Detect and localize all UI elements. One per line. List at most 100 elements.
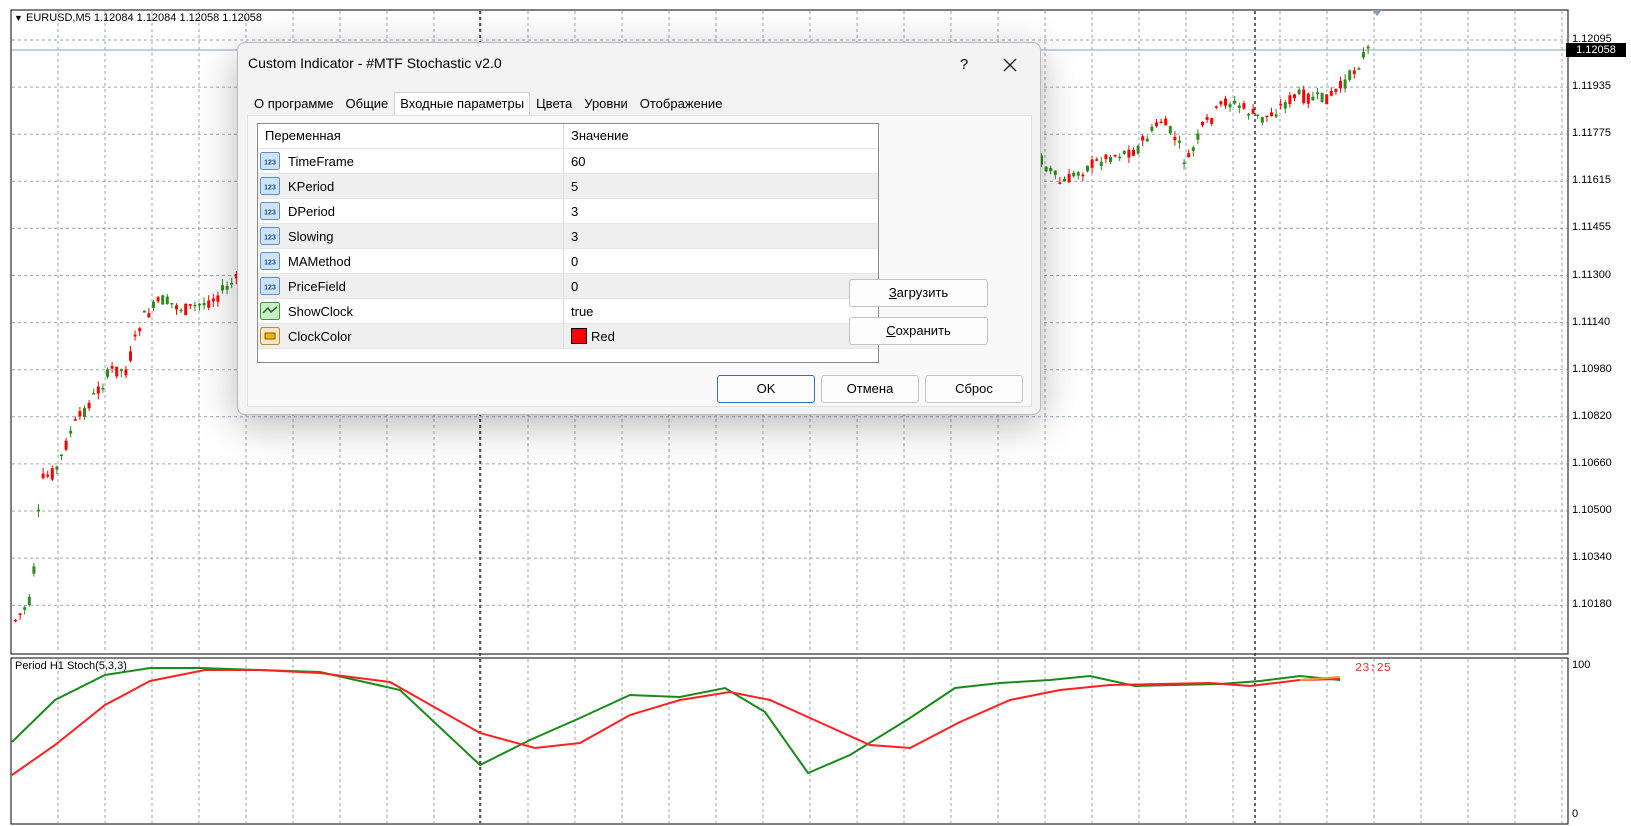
candle-body bbox=[1366, 46, 1370, 49]
param-value-cell[interactable]: 0 bbox=[564, 249, 878, 274]
table-row[interactable]: 123 Slowing 3 bbox=[258, 223, 878, 249]
param-name: ClockColor bbox=[288, 328, 352, 344]
candle-body bbox=[1086, 165, 1089, 172]
tab-about[interactable]: О программе bbox=[248, 92, 340, 116]
candle-body bbox=[46, 474, 50, 477]
candle-body bbox=[37, 509, 40, 512]
svg-text:123: 123 bbox=[264, 210, 276, 217]
price-tick: 1.11300 bbox=[1572, 268, 1611, 281]
save-button[interactable]: Сохранить bbox=[849, 317, 988, 345]
tab-bar: О программе Общие Входные параметры Цвет… bbox=[248, 92, 729, 116]
param-value-cell[interactable]: 3 bbox=[564, 199, 878, 224]
ok-button[interactable]: OK bbox=[717, 375, 815, 403]
candle-body bbox=[1283, 102, 1287, 109]
param-value-cell[interactable]: 3 bbox=[564, 224, 878, 249]
candle-body bbox=[1260, 116, 1264, 123]
close-button[interactable] bbox=[986, 51, 1034, 79]
candle-body bbox=[1210, 118, 1214, 124]
price-tick: 1.11615 bbox=[1572, 174, 1611, 187]
table-row[interactable]: 123 TimeFrame 60 bbox=[258, 148, 878, 174]
cancel-button[interactable]: Отмена bbox=[821, 375, 919, 403]
table-row[interactable]: ClockColor Red bbox=[258, 323, 878, 349]
param-value-cell[interactable]: 60 bbox=[564, 149, 878, 174]
candle-body bbox=[1205, 117, 1209, 120]
param-name-cell: 123 MAMethod bbox=[258, 248, 564, 274]
candle-body bbox=[1224, 98, 1227, 106]
tab-levels[interactable]: Уровни bbox=[578, 92, 633, 116]
number-icon: 123 bbox=[260, 227, 280, 245]
candle-body bbox=[1329, 90, 1333, 96]
table-row[interactable]: ShowClock true bbox=[258, 298, 878, 324]
candle-body bbox=[1187, 153, 1191, 158]
candle-body bbox=[1090, 159, 1094, 168]
help-button[interactable]: ? bbox=[944, 51, 984, 79]
candle-body bbox=[1352, 70, 1356, 74]
table-row[interactable]: 123 KPeriod 5 bbox=[258, 173, 878, 199]
candle-body bbox=[1067, 174, 1071, 183]
candle-body bbox=[50, 468, 54, 480]
tab-visualization[interactable]: Отображение bbox=[634, 92, 729, 116]
candle-body bbox=[41, 473, 45, 479]
param-value: 3 bbox=[571, 203, 579, 219]
candle-body bbox=[1293, 94, 1296, 99]
table-header: Переменная Значение bbox=[258, 124, 878, 149]
candle-body bbox=[1182, 162, 1186, 165]
candle-body bbox=[1081, 174, 1085, 177]
candle-body bbox=[1109, 157, 1112, 162]
param-value-cell[interactable]: 0 bbox=[564, 274, 878, 299]
candle-body bbox=[184, 303, 188, 316]
save-button-mnemonic: С bbox=[886, 323, 896, 338]
candle-body bbox=[1306, 93, 1310, 104]
candle-body bbox=[119, 369, 123, 372]
candle-body bbox=[1247, 114, 1250, 116]
candle-body bbox=[14, 619, 17, 622]
candle-body bbox=[225, 285, 229, 290]
param-value-cell[interactable]: 5 bbox=[564, 174, 878, 199]
price-tick: 1.10980 bbox=[1572, 362, 1612, 375]
tab-inputs[interactable]: Входные параметры bbox=[394, 92, 531, 115]
param-value-cell[interactable]: true bbox=[564, 299, 878, 324]
column-header-value[interactable]: Значение bbox=[564, 124, 878, 148]
candle-body bbox=[230, 283, 234, 285]
parameters-table: Переменная Значение 123 TimeFrame 60 123 KPe… bbox=[257, 123, 879, 363]
column-header-variable[interactable]: Переменная bbox=[258, 124, 564, 148]
candle-body bbox=[96, 386, 100, 394]
candle-body bbox=[188, 304, 192, 306]
candle-body bbox=[1233, 100, 1237, 104]
current-price-label: 1.12058 bbox=[1566, 43, 1626, 57]
candle-body bbox=[1256, 114, 1260, 117]
candle-body bbox=[1104, 154, 1108, 159]
candle-body bbox=[1168, 126, 1172, 134]
tab-colors[interactable]: Цвета bbox=[530, 92, 578, 116]
tab-common[interactable]: Общие bbox=[340, 92, 395, 116]
chart-symbol-info: EURUSD,M5 1.12084 1.12084 1.12058 1.1205… bbox=[25, 12, 263, 24]
candle-body bbox=[1058, 182, 1062, 184]
reset-button[interactable]: Сброс bbox=[925, 375, 1023, 403]
number-icon: 123 bbox=[260, 177, 280, 195]
candle-body bbox=[1265, 115, 1269, 118]
candle-body bbox=[69, 430, 73, 434]
number-icon: 123 bbox=[260, 152, 280, 170]
indicator-tick-100: 100 bbox=[1572, 659, 1591, 671]
table-row[interactable]: 123 MAMethod 0 bbox=[258, 248, 878, 274]
candle-body bbox=[92, 393, 96, 395]
price-tick: 1.11935 bbox=[1572, 80, 1611, 93]
table-row[interactable]: 123 DPeriod 3 bbox=[258, 198, 878, 224]
candle-body bbox=[115, 366, 119, 377]
candle-body bbox=[1316, 92, 1319, 95]
param-value: 60 bbox=[571, 153, 586, 169]
candle-body bbox=[1178, 140, 1181, 143]
candle-body bbox=[124, 369, 128, 376]
color-icon bbox=[260, 327, 280, 345]
param-value-cell[interactable]: Red bbox=[564, 324, 878, 349]
table-row[interactable]: 123 PriceField 0 bbox=[258, 273, 878, 299]
dialog-title: Custom Indicator - #MTF Stochastic v2.0 bbox=[248, 55, 502, 71]
candle-body bbox=[1334, 88, 1338, 92]
candle-body bbox=[207, 300, 211, 308]
candle-body bbox=[1242, 103, 1246, 109]
chart-menu-triangle-icon[interactable]: ▼ bbox=[14, 13, 23, 23]
candle-body bbox=[202, 302, 206, 306]
candle-body bbox=[142, 310, 146, 313]
number-icon: 123 bbox=[260, 277, 280, 295]
load-button[interactable]: Загрузить bbox=[849, 279, 988, 307]
